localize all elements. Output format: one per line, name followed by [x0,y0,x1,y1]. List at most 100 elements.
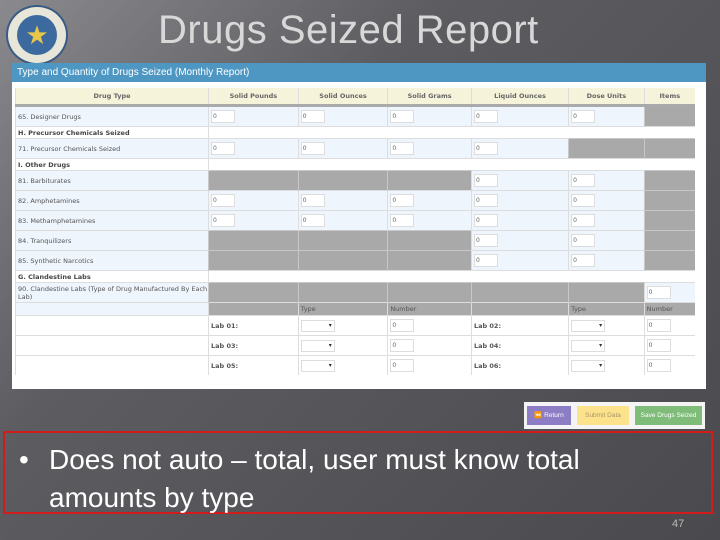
disabled-cell [297,230,388,251]
quantity-input[interactable] [211,194,235,207]
submit-data-button[interactable]: Submit Data [577,406,629,425]
lab-type-select[interactable]: ▾ [300,339,335,352]
lab-type-select[interactable]: ▾ [571,319,606,332]
input-cell [643,282,695,303]
row-label: 90. Clandestine Labs (Type of Drug Manuf… [15,282,209,303]
quantity-input[interactable] [390,194,415,207]
lab-type-select[interactable]: ▾ [571,359,606,372]
quantity-input[interactable] [300,110,325,123]
number-header: Number [643,302,695,316]
column-header: Drug Type [15,88,209,107]
lab-row: Lab 01: ▾ Lab 02: ▾ [15,315,695,336]
section-row: G. Clandestine Labs [15,270,695,283]
row-label: G. Clandestine Labs [15,270,209,283]
chevron-down-icon: ▾ [328,321,332,329]
button-bar: ⏪ Return Submit Data Save Drugs Seized [524,402,705,429]
quantity-input[interactable] [211,214,235,227]
type-header: Type [297,302,388,316]
quantity-input[interactable] [473,254,498,267]
quantity-input[interactable] [300,194,325,207]
lab-type-select[interactable]: ▾ [300,319,335,332]
quantity-input[interactable] [571,194,596,207]
quantity-input[interactable] [390,110,415,123]
disabled-cell [387,282,472,303]
disabled-cell [297,170,388,191]
input-cell [387,105,472,127]
input-cell [568,105,645,127]
type-header: Type [568,302,645,316]
lab-number-input[interactable] [390,319,415,332]
column-header: Solid Pounds [208,88,299,107]
column-header: Dose Units [568,88,645,107]
table-row: 71. Precursor Chemicals Seized [15,138,695,159]
row-label: 85. Synthetic Narcotics [15,250,209,271]
lab-number-input[interactable] [390,359,415,372]
disabled-cell [568,282,645,303]
chevron-down-icon: ▾ [599,321,603,329]
blank-cell [15,355,209,375]
quantity-input[interactable] [473,142,498,155]
drugs-table: Drug Type Solid Pounds Solid Ounces Solid G… [15,88,695,375]
lab-type-select[interactable]: ▾ [571,339,606,352]
table-row: 84. Tranquilizers [15,230,695,251]
quantity-input[interactable] [473,234,498,247]
number-header: Number [387,302,472,316]
star-icon: ★ [17,15,57,55]
lab-number-cell [643,355,695,375]
quantity-input[interactable] [473,214,498,227]
lab-type-cell: ▾ [297,355,388,375]
table-row: 82. Amphetamines [15,190,695,211]
input-cell [208,105,299,127]
quantity-input[interactable] [473,194,498,207]
quantity-input[interactable] [473,174,498,187]
bullet-point: • Does not auto – total, user must know … [19,441,689,517]
section-spacer [208,270,695,283]
input-cell [470,170,569,191]
column-header: Solid Ounces [297,88,388,107]
lab-number-cell [643,315,695,336]
row-label: 83. Methamphetamines [15,210,209,231]
quantity-input[interactable] [646,286,671,299]
row-label: 82. Amphetamines [15,190,209,211]
save-drugs-seized-button[interactable]: Save Drugs Seized [635,406,702,425]
disabled-cell [208,250,299,271]
blank-cell [208,302,299,316]
lab-number-input[interactable] [646,339,671,352]
section-row: H. Precursor Chemicals Seized [15,126,695,139]
quantity-input[interactable] [571,174,596,187]
disabled-cell [643,210,695,231]
return-button[interactable]: ⏪ Return [527,406,571,425]
lab-type-cell: ▾ [568,315,645,336]
disabled-cell [643,138,695,159]
quantity-input[interactable] [571,214,596,227]
quantity-input[interactable] [390,142,415,155]
input-cell [470,138,569,159]
lab-type-select[interactable]: ▾ [300,359,335,372]
section-spacer [208,158,695,171]
quantity-input[interactable] [571,234,596,247]
quantity-input[interactable] [211,110,235,123]
lab-number-input[interactable] [646,359,671,372]
quantity-input[interactable] [571,254,596,267]
lab-number-input[interactable] [390,339,415,352]
row-label: 81. Barbiturates [15,170,209,191]
lab-label-text: Lab 04: [473,341,502,350]
blank-cell [470,302,569,316]
input-cell [568,170,645,191]
quantity-input[interactable] [211,142,235,155]
quantity-input[interactable] [300,142,325,155]
quantity-input[interactable] [390,214,415,227]
quantity-input[interactable] [473,110,498,123]
quantity-input[interactable] [571,110,596,123]
disabled-cell [643,105,695,127]
disabled-cell [643,230,695,251]
blank-cell [15,315,209,336]
quantity-input[interactable] [300,214,325,227]
disabled-cell [643,170,695,191]
disabled-cell [470,282,569,303]
input-cell [568,250,645,271]
lab-number-input[interactable] [646,319,671,332]
row-label: 84. Tranquilizers [15,230,209,251]
lab-type-cell: ▾ [568,355,645,375]
lab-row: Lab 05: ▾ Lab 06: ▾ [15,355,695,375]
